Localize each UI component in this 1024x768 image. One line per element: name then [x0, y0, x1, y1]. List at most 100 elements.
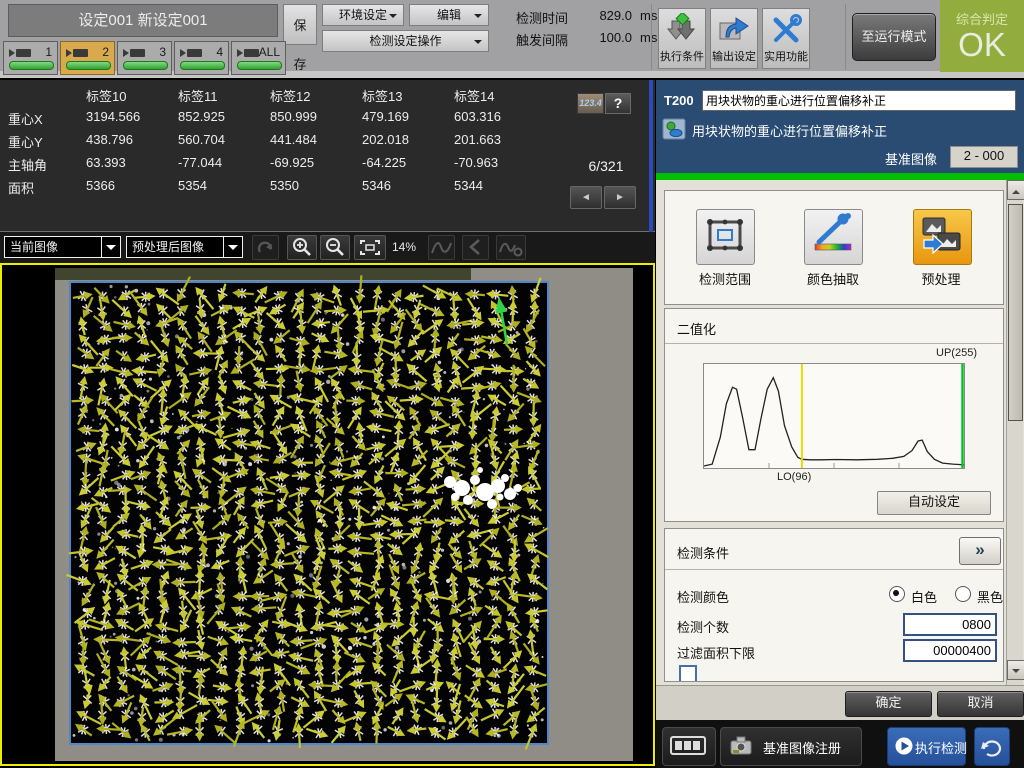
environment-settings-dropdown[interactable]: 环境设定: [322, 4, 404, 26]
execute-detection-button[interactable]: 执行检测: [887, 727, 966, 766]
settings-scrollbar[interactable]: [1006, 180, 1023, 685]
output-settings-button[interactable]: 输出设定: [710, 8, 758, 69]
execution-condition-button[interactable]: 执行条件: [658, 8, 706, 69]
image-display-select[interactable]: 预处理后图像: [126, 236, 243, 258]
next-page-button[interactable]: ►: [604, 186, 636, 209]
detect-settings-operation-dropdown[interactable]: 检测设定操作: [322, 30, 489, 52]
radio-white-label: 白色: [911, 587, 937, 606]
column-header: 标签13: [362, 86, 454, 109]
radio-white[interactable]: [889, 586, 905, 602]
zoom-out-button[interactable]: [320, 235, 350, 260]
detect-range-icon: [697, 210, 752, 262]
scroll-up-button[interactable]: [1007, 180, 1024, 200]
radio-black[interactable]: [955, 586, 971, 602]
preprocess-label: 预处理: [891, 269, 991, 288]
reference-image-label: 基准图像: [885, 149, 937, 168]
table-cell: 5344: [454, 178, 546, 201]
numeric-display-button[interactable]: 123.4: [577, 93, 604, 114]
scene-tab-3[interactable]: 3: [117, 41, 172, 75]
binarization-panel: 二值化 UP(255) LO(96) 自动设定: [664, 308, 1004, 522]
row-label: 主轴角: [8, 155, 86, 178]
page-indicator: 6/321: [566, 158, 646, 174]
preprocess-button[interactable]: [913, 209, 972, 265]
profile-settings-button[interactable]: [496, 235, 526, 260]
table-cell: -69.925: [270, 155, 362, 178]
partial-checkbox[interactable]: [679, 665, 697, 682]
scrollbar-thumb[interactable]: [1008, 204, 1023, 421]
unit-subtitle: 用块状物的重心进行位置偏移补正: [692, 121, 887, 140]
chevron-down-icon: [474, 14, 482, 22]
detect-time-label: 检测时间: [516, 8, 568, 27]
color-extract-label: 颜色抽取: [783, 269, 883, 288]
ok-button[interactable]: 确定: [845, 691, 932, 717]
results-table: 标签10 标签11 标签12 标签13 标签14 重心X 3194.566 85…: [8, 86, 546, 201]
scene-tab-1[interactable]: 1: [3, 41, 58, 75]
play-icon: [895, 737, 913, 755]
prev-page-button[interactable]: ◄: [570, 186, 602, 209]
upper-threshold-label: UP(255): [936, 347, 977, 359]
image-viewer-toolbar: 当前图像 预处理后图像: [0, 232, 655, 263]
color-extract-button[interactable]: [804, 209, 863, 265]
table-cell: 63.393: [86, 155, 178, 178]
filmstrip-icon: [663, 728, 713, 763]
row-label: 面积: [8, 178, 86, 201]
register-reference-image-button[interactable]: 基准图像注册: [720, 727, 862, 766]
save-button[interactable]: 保存: [283, 4, 317, 45]
table-cell: 202.018: [362, 132, 454, 155]
utility-functions-button[interactable]: 实用功能: [762, 8, 810, 69]
table-cell: 560.704: [178, 132, 270, 155]
re-measure-button[interactable]: [974, 727, 1010, 766]
unit-title-input[interactable]: [702, 90, 1016, 111]
detect-count-input[interactable]: [903, 613, 997, 636]
help-button[interactable]: ?: [605, 93, 631, 114]
detect-range-button[interactable]: [696, 209, 755, 265]
image-viewport[interactable]: [0, 263, 655, 766]
results-panel: 标签10 标签11 标签12 标签13 标签14 重心X 3194.566 85…: [0, 80, 655, 232]
edit-dropdown[interactable]: 编辑: [409, 4, 489, 26]
fit-to-window-button[interactable]: [354, 235, 386, 260]
image-source-select[interactable]: 当前图像: [4, 236, 121, 258]
detect-condition-title: 检测条件: [677, 543, 729, 562]
scene-tab-2[interactable]: 2: [60, 41, 115, 75]
filter-area-input[interactable]: [903, 639, 997, 662]
scene-tab-all[interactable]: ALL: [231, 41, 286, 75]
photo-top-edge: [55, 268, 471, 280]
chevron-down-icon: [474, 40, 482, 48]
auto-set-button[interactable]: 自动设定: [877, 491, 991, 515]
chevron-down-icon: [106, 245, 116, 255]
reference-image-value[interactable]: 2 - 000: [950, 146, 1018, 168]
status-bar-green: [656, 173, 1024, 180]
inspection-image: [2, 265, 653, 764]
scroll-down-button[interactable]: [1007, 660, 1024, 680]
table-cell: 3194.566: [86, 109, 178, 132]
scene-tab-4[interactable]: 4: [174, 41, 229, 75]
table-cell: 438.796: [86, 132, 178, 155]
column-header: 标签14: [454, 86, 546, 109]
zoom-in-button[interactable]: [287, 235, 317, 260]
expand-button[interactable]: »: [959, 537, 1001, 565]
detect-condition-panel: 检测条件 » 检测颜色 白色 黑色 检测个数 过滤面积下限: [664, 528, 1004, 682]
trigger-interval-value: 100.0: [576, 30, 632, 45]
detect-time-unit: ms: [640, 8, 657, 23]
fit-icon: [355, 236, 385, 259]
trigger-interval-unit: ms: [640, 30, 657, 45]
zoom-out-icon: [321, 236, 349, 259]
profile-display-button[interactable]: [428, 235, 455, 260]
refresh-image-button[interactable]: [252, 235, 279, 260]
grayscale-histogram[interactable]: [703, 363, 965, 469]
judgement-value: OK: [940, 28, 1024, 62]
column-header: 标签12: [270, 86, 362, 109]
detect-count-label: 检测个数: [677, 617, 729, 636]
table-cell: 201.663: [454, 132, 546, 155]
to-run-mode-button[interactable]: 至运行模式: [852, 13, 936, 61]
previous-view-button[interactable]: [462, 235, 489, 260]
detect-time-value: 829.0: [576, 8, 632, 23]
unit-type-icon: [662, 118, 686, 140]
tab-status-bar: [180, 61, 225, 70]
cancel-button[interactable]: 取消: [937, 691, 1024, 717]
image-strip-button[interactable]: [662, 727, 716, 766]
execution-condition-icon: [665, 13, 699, 45]
bottom-action-bar: 基准图像注册 执行检测: [656, 720, 1024, 768]
panel-divider: [649, 80, 653, 232]
top-toolbar: 设定001 新设定001 保存 环境设定 编辑 检测设定操作 1 2 3 4: [0, 0, 1024, 78]
